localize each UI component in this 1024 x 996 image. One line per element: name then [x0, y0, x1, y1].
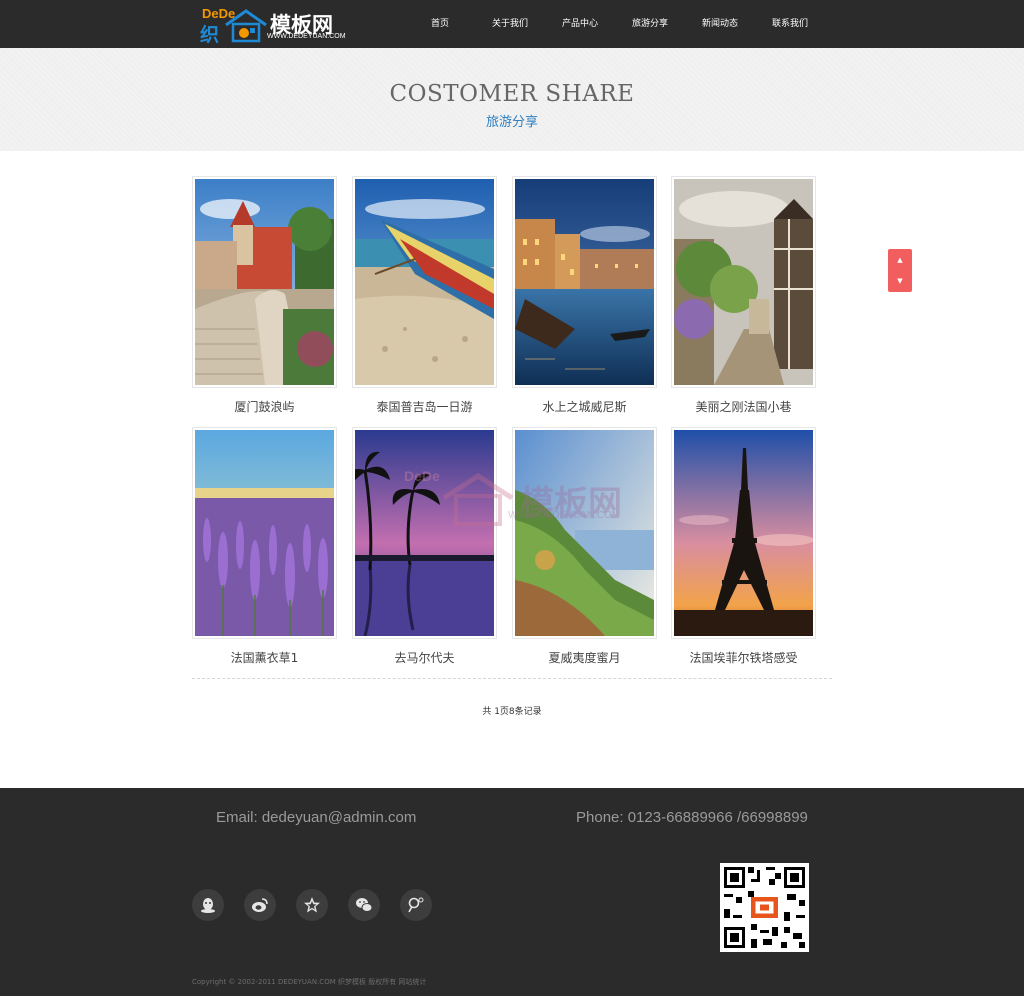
gallery-item-caption[interactable]: 美丽之刚法国小巷	[671, 398, 816, 415]
page-banner: COSTOMER SHARE 旅游分享	[0, 48, 1024, 151]
gallery-item-caption[interactable]: 法国埃菲尔铁塔感受	[671, 649, 816, 666]
lavender-field-photo-icon	[195, 430, 334, 636]
page-title-en: COSTOMER SHARE	[389, 81, 635, 107]
gallery-item-caption[interactable]: 泰国普吉岛一日游	[352, 398, 497, 415]
maldives-palms-photo-icon	[355, 430, 494, 636]
gallery-item-caption[interactable]: 去马尔代夫	[352, 649, 497, 666]
gallery-item[interactable]: 泰国普吉岛一日游	[352, 176, 497, 415]
nav-news[interactable]: 新闻动态	[685, 0, 755, 48]
gallery-item[interactable]: 法国薰衣草1	[192, 427, 337, 666]
gallery-divider	[192, 678, 832, 679]
page-title-cn: 旅游分享	[485, 115, 538, 130]
qr-code	[720, 863, 809, 952]
scroll-controls: ▲ ▼	[888, 249, 912, 292]
nav-home[interactable]: 首页	[405, 0, 475, 48]
star-icon	[304, 897, 320, 913]
social-links	[192, 889, 452, 921]
pagination-info: 共 1页8条记录	[482, 707, 542, 717]
logo-house-icon	[225, 9, 267, 43]
social-weibo-button[interactable]	[244, 889, 276, 921]
nav-about[interactable]: 关于我们	[475, 0, 545, 48]
social-qq-button[interactable]	[192, 889, 224, 921]
triangle-down-icon: ▼	[897, 277, 903, 285]
nav-products[interactable]: 产品中心	[545, 0, 615, 48]
gallery-item-image[interactable]	[352, 427, 497, 639]
wechat-icon	[356, 898, 373, 912]
gallery-item-image[interactable]	[512, 176, 657, 388]
footer-copyright: Copyright © 2002-2011 DEDEYUAN.COM 织梦模板 …	[192, 978, 427, 986]
scroll-up-button[interactable]: ▲	[888, 250, 912, 270]
gallery-item-caption[interactable]: 夏威夷度蜜月	[512, 649, 657, 666]
gallery-item-image[interactable]	[192, 176, 337, 388]
footer-email: Email: dedeyuan@admin.com	[216, 809, 417, 826]
gallery-item[interactable]: 夏威夷度蜜月	[512, 427, 657, 666]
gallery-item[interactable]: 水上之城威尼斯	[512, 176, 657, 415]
beach-boat-photo-icon	[355, 179, 494, 385]
gallery-item-image[interactable]	[671, 427, 816, 639]
gallery-item-image[interactable]	[352, 176, 497, 388]
gallery-item-image[interactable]	[512, 427, 657, 639]
nav-contact[interactable]: 联系我们	[755, 0, 825, 48]
search-people-icon	[408, 897, 424, 913]
logo-zhi-text: 织	[200, 24, 220, 46]
gallery-item-image[interactable]	[671, 176, 816, 388]
site-header: DeDe 织 模板网 WWW.DEDEYUAN.COM 首页 关于我们 产品中心…	[0, 0, 1024, 48]
gallery-item[interactable]: 去马尔代夫	[352, 427, 497, 666]
gallery-item[interactable]: 美丽之刚法国小巷	[671, 176, 816, 415]
social-favorite-button[interactable]	[296, 889, 328, 921]
french-alley-photo-icon	[674, 179, 813, 385]
gallery-item-caption[interactable]: 水上之城威尼斯	[512, 398, 657, 415]
social-wechat-button[interactable]	[348, 889, 380, 921]
social-search-button[interactable]	[400, 889, 432, 921]
footer-phone: Phone: 0123-66889966 /66998899	[576, 809, 808, 826]
gallery-item[interactable]: 法国埃菲尔铁塔感受	[671, 427, 816, 666]
eiffel-tower-photo-icon	[674, 430, 813, 636]
site-footer: Email: dedeyuan@admin.com Phone: 0123-66…	[0, 788, 1024, 996]
scroll-down-button[interactable]: ▼	[888, 271, 912, 291]
qq-icon	[201, 898, 215, 913]
gallery-item-caption[interactable]: 法国薰衣草1	[192, 649, 337, 666]
nav-travel-share[interactable]: 旅游分享	[615, 0, 685, 48]
gallery-item-image[interactable]	[192, 427, 337, 639]
hawaii-coast-photo-icon	[515, 430, 654, 636]
qr-code-icon	[724, 867, 805, 948]
triangle-up-icon: ▲	[897, 256, 903, 264]
gallery-item[interactable]: 厦门鼓浪屿	[192, 176, 337, 415]
gallery-item-caption[interactable]: 厦门鼓浪屿	[192, 398, 337, 415]
logo-url-text: WWW.DEDEYUAN.COM	[267, 33, 346, 40]
weibo-icon	[252, 898, 268, 912]
venice-canal-photo-icon	[515, 179, 654, 385]
main-nav: 首页 关于我们 产品中心 旅游分享 新闻动态 联系我们	[405, 0, 825, 48]
coastal-villa-photo-icon	[195, 179, 334, 385]
site-logo[interactable]: DeDe 织 模板网 WWW.DEDEYUAN.COM	[200, 5, 346, 46]
